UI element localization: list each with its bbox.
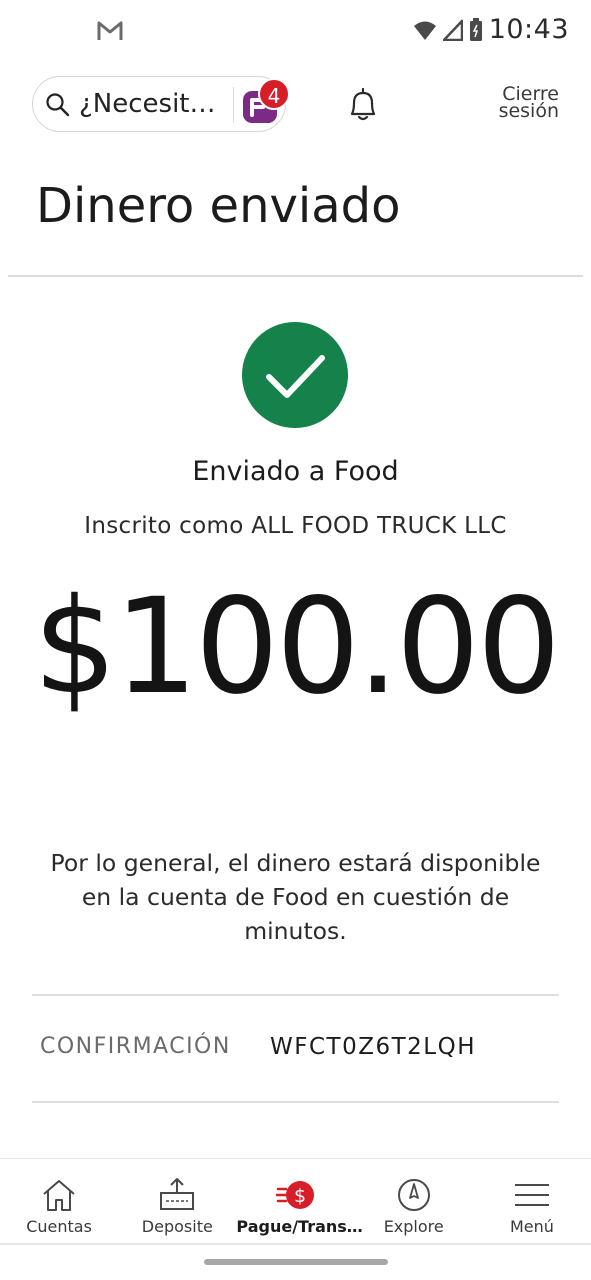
nav-item-pague-trans[interactable]: $ Pague/Trans… [236, 1159, 363, 1244]
bell-icon[interactable] [346, 86, 380, 124]
nav-item-menu[interactable]: Menú [473, 1159, 591, 1244]
gmail-icon [97, 21, 123, 40]
page-title: Dinero enviado [36, 178, 401, 234]
wifi-icon [413, 21, 436, 40]
sent-to-text: Enviado a Food [192, 456, 399, 487]
availability-note: Por lo general, el dinero estará disponi… [50, 849, 541, 945]
battery-icon [469, 17, 482, 41]
pay-transfer-icon: $ [275, 1181, 314, 1209]
check-icon [266, 355, 325, 398]
divider [32, 994, 559, 996]
nav-label: Cuentas [26, 1217, 92, 1236]
signal-icon [442, 19, 463, 41]
search-placeholder: ¿Necesit… [79, 89, 216, 119]
logout-label-line2: sesión [498, 100, 559, 122]
bottom-nav: Cuentas Deposite $ Pague/Trans… Explore [0, 1158, 591, 1244]
transfer-amount: $100.00 [33, 570, 561, 724]
status-time: 10:43 [488, 14, 569, 45]
status-bar: 10:43 [0, 0, 591, 62]
confirmation-number: WFCT0Z6T2LQH [270, 1034, 476, 1060]
nav-label: Pague/Trans… [236, 1217, 363, 1236]
nav-item-deposite[interactable]: Deposite [118, 1159, 236, 1244]
confirmation-label: CONFIRMACIÓN [40, 1034, 231, 1059]
home-icon [43, 1180, 75, 1211]
hamburger-menu-icon [514, 1184, 549, 1206]
logout-button[interactable]: Cierre sesión [479, 85, 559, 122]
nav-label: Deposite [141, 1217, 213, 1236]
nav-item-explore[interactable]: Explore [355, 1159, 473, 1244]
search-divider [233, 87, 234, 123]
search-input[interactable]: ¿Necesit… [32, 76, 286, 132]
compass-icon [397, 1179, 430, 1211]
home-indicator[interactable] [204, 1259, 388, 1265]
success-check-badge [242, 322, 348, 428]
enrolled-as-text: Inscrito como ALL FOOD TRUCK LLC [84, 513, 507, 539]
nav-bottom-divider [0, 1243, 591, 1245]
search-icon [46, 93, 70, 117]
title-divider [8, 275, 583, 277]
deposit-icon [160, 1178, 195, 1210]
nav-label: Menú [509, 1217, 554, 1236]
notification-badge: 4 [258, 78, 290, 110]
nav-item-cuentas[interactable]: Cuentas [0, 1159, 118, 1244]
svg-text:$: $ [293, 1185, 305, 1207]
divider [32, 1101, 559, 1103]
nav-label: Explore [383, 1217, 444, 1236]
